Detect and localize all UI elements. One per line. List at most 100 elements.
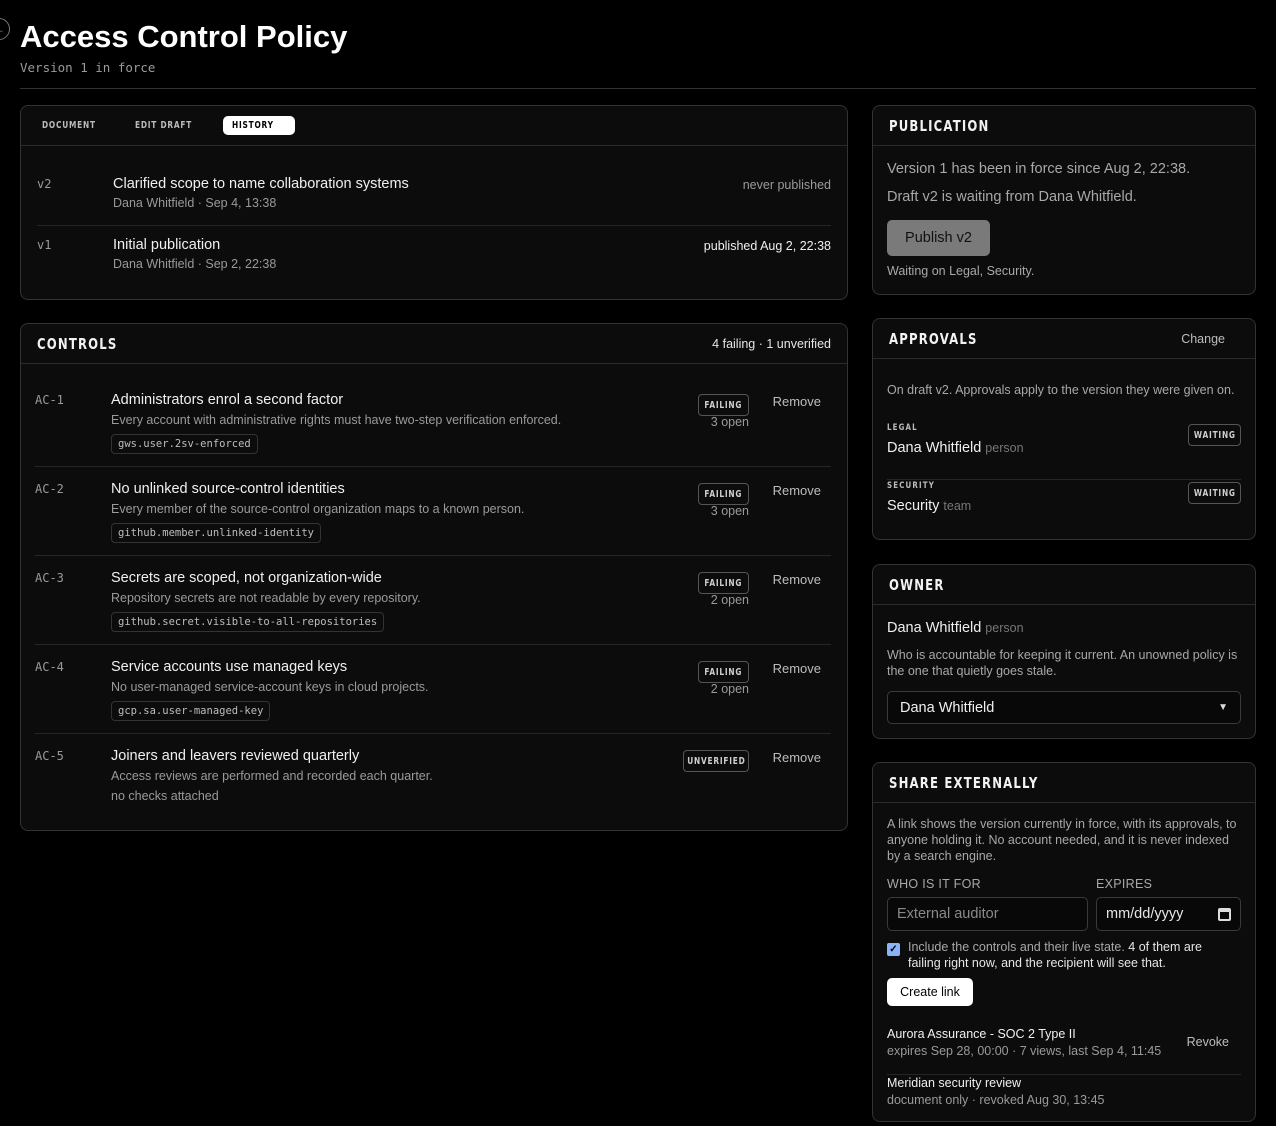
check-tag: gcp.sa.user-managed-key [111, 701, 271, 721]
remove-button[interactable]: Remove [773, 483, 821, 498]
publication-status: Version 1 has been in force since Aug 2,… [887, 161, 1191, 177]
control-id: AC-4 [35, 660, 64, 674]
expires-label: EXPIRES [1096, 877, 1153, 891]
open-count: 2 open [710, 682, 749, 696]
recipient-placeholder: External auditor [897, 906, 999, 922]
publish-button[interactable]: Publish v2 [887, 220, 990, 256]
owner-panel: OWNER Dana Whitfield person Who is accoun… [872, 564, 1256, 739]
tab-document[interactable]: DOCUMENT [33, 116, 120, 135]
who-label: WHO IS IT FOR [887, 877, 981, 891]
publication-draft: Draft v2 is waiting from Dana Whitfield. [887, 189, 1137, 205]
control-name: Administrators enrol a second factor [111, 392, 344, 408]
control-description: Every account with administrative rights… [111, 413, 562, 427]
publication-waiting: Waiting on Legal, Security. [887, 264, 1035, 278]
share-panel: SHARE EXTERNALLY A link shows the versio… [872, 762, 1256, 1122]
remove-button[interactable]: Remove [773, 394, 821, 409]
publication-title: PUBLICATION [889, 116, 990, 135]
control-description: Repository secrets are not readable by e… [111, 591, 421, 605]
control-description: No user-managed service-account keys in … [111, 680, 429, 694]
open-count: 3 open [710, 504, 749, 518]
change-button[interactable]: Change [1181, 332, 1225, 346]
share-link-meta: expires Sep 28, 00:00 · 7 views, last Se… [887, 1044, 1162, 1058]
publication-panel: PUBLICATION Version 1 has been in force … [872, 105, 1256, 295]
history-row: v2 Clarified scope to name collaboration… [37, 165, 831, 226]
history-meta: Dana Whitfield · Sep 2, 22:38 [113, 257, 277, 271]
owner-note: Who is accountable for keeping it curren… [887, 648, 1238, 678]
share-link-row: Aurora Assurance - SOC 2 Type II expires… [887, 1025, 1241, 1075]
tab-history[interactable]: HISTORY [223, 116, 295, 135]
no-checks-text: no checks attached [111, 789, 219, 803]
share-header: SHARE EXTERNALLY [873, 763, 1255, 803]
status-badge: FAILING [698, 483, 749, 505]
back-arrow-icon: ← [0, 22, 5, 36]
status-badge: WAITING [1188, 482, 1241, 504]
page-title: Access Control Policy [20, 19, 348, 54]
publication-header: PUBLICATION [873, 106, 1255, 146]
control-name: Secrets are scoped, not organization-wid… [111, 570, 382, 586]
check-icon: ✓ [889, 944, 898, 955]
owner-name: Dana Whitfield person [887, 620, 1024, 636]
control-id: AC-1 [35, 393, 64, 407]
remove-button[interactable]: Remove [773, 661, 821, 676]
approvals-title: APPROVALS [889, 329, 978, 348]
expires-date-input[interactable]: mm/dd/yyyy [1096, 897, 1241, 931]
check-tag: github.secret.visible-to-all-repositorie… [111, 612, 385, 632]
create-link-button[interactable]: Create link [887, 978, 973, 1006]
tab-edit-draft[interactable]: EDIT DRAFT [126, 116, 217, 135]
revoke-button[interactable]: Revoke [1187, 1035, 1229, 1049]
control-description: Every member of the source-control organ… [111, 502, 525, 516]
approvals-note: On draft v2. Approvals apply to the vers… [887, 383, 1235, 397]
share-link-meta: document only · revoked Aug 30, 13:45 [887, 1093, 1105, 1107]
owner-header: OWNER [873, 565, 1255, 605]
check-tag: github.member.unlinked-identity [111, 523, 321, 543]
controls-header: CONTROLS 4 failing · 1 unverified [21, 324, 847, 364]
remove-button[interactable]: Remove [773, 572, 821, 587]
include-controls-label: Include the controls and their live stat… [908, 940, 1202, 970]
history-status: never published [742, 178, 831, 192]
share-link-name: Meridian security review [887, 1076, 1022, 1090]
control-name: Joiners and leavers reviewed quarterly [111, 748, 360, 764]
owner-select[interactable]: Dana Whitfield ▼ [887, 691, 1241, 724]
history-row: v1 Initial publication Dana Whitfield · … [37, 226, 831, 287]
history-version: v1 [37, 238, 52, 252]
approval-role: SECURITY [887, 481, 935, 491]
approval-row: SECURITY Security team WAITING [887, 480, 1241, 538]
calendar-icon[interactable] [1218, 907, 1231, 921]
control-row: AC-4 Service accounts use managed keys N… [35, 645, 831, 734]
open-count: 2 open [710, 593, 749, 607]
approver-name: Security team [887, 498, 972, 514]
control-row: AC-3 Secrets are scoped, not organizatio… [35, 556, 831, 645]
owner-title: OWNER [889, 575, 945, 594]
history-title: Clarified scope to name collaboration sy… [113, 176, 409, 192]
control-id: AC-2 [35, 482, 64, 496]
status-badge: FAILING [698, 572, 749, 594]
control-name: No unlinked source-control identities [111, 481, 345, 497]
expires-placeholder: mm/dd/yyyy [1106, 906, 1184, 922]
owner-select-value: Dana Whitfield [900, 699, 995, 716]
approval-row: LEGAL Dana Whitfield person WAITING [887, 422, 1241, 480]
recipient-input[interactable]: External auditor [887, 897, 1088, 931]
history-title: Initial publication [113, 237, 221, 253]
approvals-panel: APPROVALS Change On draft v2. Approvals … [872, 318, 1256, 540]
include-controls-checkbox[interactable]: ✓ [887, 943, 900, 956]
approvals-header: APPROVALS Change [873, 319, 1255, 359]
control-description: Access reviews are performed and recorde… [111, 769, 433, 783]
share-link-name: Aurora Assurance - SOC 2 Type II [887, 1027, 1076, 1041]
control-name: Service accounts use managed keys [111, 659, 348, 675]
back-button[interactable]: ← [0, 18, 10, 40]
controls-panel: CONTROLS 4 failing · 1 unverified AC-1 A… [20, 323, 848, 831]
check-tag: gws.user.2sv-enforced [111, 434, 258, 454]
control-id: AC-5 [35, 749, 64, 763]
page-subtitle: Version 1 in force [20, 60, 156, 75]
control-row: AC-2 No unlinked source-control identiti… [35, 467, 831, 556]
history-meta: Dana Whitfield · Sep 4, 13:38 [113, 196, 277, 210]
share-title: SHARE EXTERNALLY [889, 773, 1039, 792]
approval-role: LEGAL [887, 423, 918, 433]
chevron-down-icon: ▼ [1218, 702, 1228, 713]
remove-button[interactable]: Remove [773, 750, 821, 765]
control-row: AC-5 Joiners and leavers reviewed quarte… [35, 734, 831, 823]
status-badge: FAILING [698, 661, 749, 683]
header-divider [20, 88, 1256, 89]
history-panel: DOCUMENT EDIT DRAFT HISTORY v2 Clarified… [20, 105, 848, 300]
approver-name: Dana Whitfield person [887, 440, 1024, 456]
